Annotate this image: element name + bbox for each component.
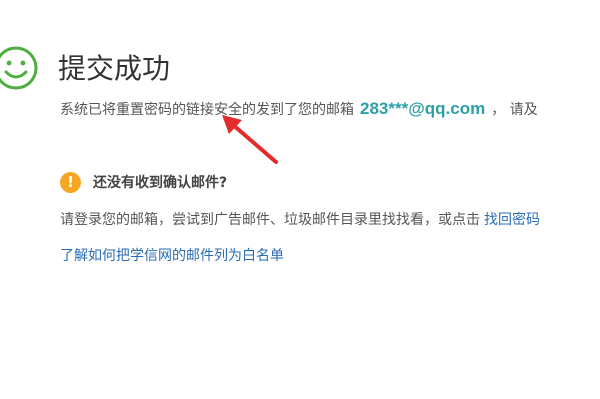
help-text: 请登录您的邮箱，尝试到广告邮件、垃圾邮件目录里找找看，或点击 找回密码 [60,208,540,232]
smiley-icon [0,46,38,90]
whitelist-help-link[interactable]: 了解如何把学信网的邮件列为白名单 [60,244,284,268]
page-title: 提交成功 [58,52,171,85]
message-suffix: ， 请及 [491,102,538,118]
warning-icon: ! [60,172,81,193]
email-address: 283***@qq.com [360,99,486,118]
retrieve-password-link[interactable]: 找回密码 [484,212,540,228]
help-text-body: 请登录您的邮箱，尝试到广告邮件、垃圾邮件目录里找找看，或点击 [60,212,480,228]
notice-title: 还没有收到确认邮件? [93,175,228,191]
success-message: 系统已将重置密码的链接安全的发到了您的邮箱 283***@qq.com ， 请及 [60,96,538,123]
message-prefix: 系统已将重置密码的链接安全的发到了您的邮箱 [60,102,354,118]
red-arrow-icon [222,115,278,164]
